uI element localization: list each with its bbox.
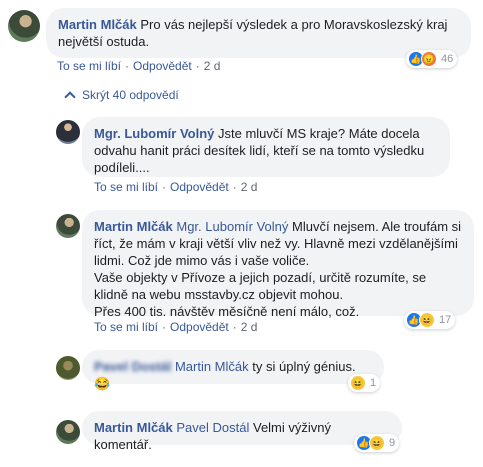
haha-reaction-icon: 😆 xyxy=(369,435,385,451)
like-link[interactable]: To se mi líbí xyxy=(57,59,121,73)
avatar[interactable] xyxy=(56,420,80,444)
angry-reaction-icon: 😠 xyxy=(421,51,437,67)
comment-author[interactable]: Martin Mlčák xyxy=(94,219,173,234)
comment-author[interactable]: Martin Mlčák xyxy=(94,420,173,435)
reactions-summary[interactable]: 👍 😆 9 xyxy=(354,434,400,452)
comment-mention[interactable]: Mgr. Lubomír Volný xyxy=(176,219,288,234)
comment-mention[interactable]: Pavel Dostál xyxy=(176,420,249,435)
comment-author[interactable]: Martin Mlčák xyxy=(58,17,137,32)
reply-link[interactable]: Odpovědět xyxy=(170,320,229,334)
haha-reaction-icon: 😆 xyxy=(350,375,366,391)
comment-time[interactable]: 2 d xyxy=(241,180,258,194)
laughing-emoji-icon: 😂 xyxy=(94,376,111,391)
chevron-up-icon xyxy=(64,91,76,103)
comment-bubble: Mgr. Lubomír Volný Jste mluvčí MS kraje?… xyxy=(82,117,450,177)
avatar[interactable] xyxy=(56,214,80,238)
reactions-summary[interactable]: 👍 😠 46 xyxy=(406,50,458,68)
reaction-count: 9 xyxy=(389,437,396,449)
comment-actions: To se mi líbí · Odpovědět · 2 d xyxy=(57,59,221,73)
comment-bubble: Martin Mlčák Mgr. Lubomír Volný Mluvčí n… xyxy=(82,210,474,319)
comment-bubble: Pavel Dostál Martin Mlčák ty si úplný gé… xyxy=(82,350,384,391)
comment-mention[interactable]: Martin Mlčák xyxy=(175,359,249,374)
reply-link[interactable]: Odpovědět xyxy=(133,59,192,73)
comment-text: Mluvčí nejsem. Ale troufám si říct, že m… xyxy=(94,219,462,319)
avatar[interactable] xyxy=(8,10,40,42)
hide-replies-label: Skrýt 40 odpovědí xyxy=(82,88,179,102)
comment-time[interactable]: 2 d xyxy=(204,59,221,73)
comment-bubble: Martin Mlčák Pro vás nejlepší výsledek a… xyxy=(46,8,471,58)
reactions-summary[interactable]: 😆 1 xyxy=(348,374,381,392)
haha-reaction-icon: 😆 xyxy=(419,312,435,328)
comment-text: ty si úplný génius. xyxy=(252,359,356,374)
comment-actions: To se mi líbí · Odpovědět · 2 d xyxy=(94,180,258,194)
like-link[interactable]: To se mi líbí xyxy=(94,320,158,334)
comment-actions: To se mi líbí · Odpovědět · 2 d xyxy=(94,320,258,334)
reaction-count: 17 xyxy=(439,314,452,326)
reply-link[interactable]: Odpovědět xyxy=(170,180,229,194)
reactions-summary[interactable]: 👍 😆 17 xyxy=(404,311,456,329)
avatar[interactable] xyxy=(56,120,80,144)
hide-replies-toggle[interactable]: Skrýt 40 odpovědí xyxy=(64,88,179,103)
comment-author[interactable]: Mgr. Lubomír Volný xyxy=(94,126,214,141)
like-link[interactable]: To se mi líbí xyxy=(94,180,158,194)
comment-time[interactable]: 2 d xyxy=(241,320,258,334)
comment-thread: Martin Mlčák Pro vás nejlepší výsledek a… xyxy=(0,0,483,467)
comment-author[interactable]: Pavel Dostál xyxy=(94,359,171,374)
reaction-count: 1 xyxy=(370,377,377,389)
avatar[interactable] xyxy=(56,356,80,380)
reaction-count: 46 xyxy=(441,53,454,65)
